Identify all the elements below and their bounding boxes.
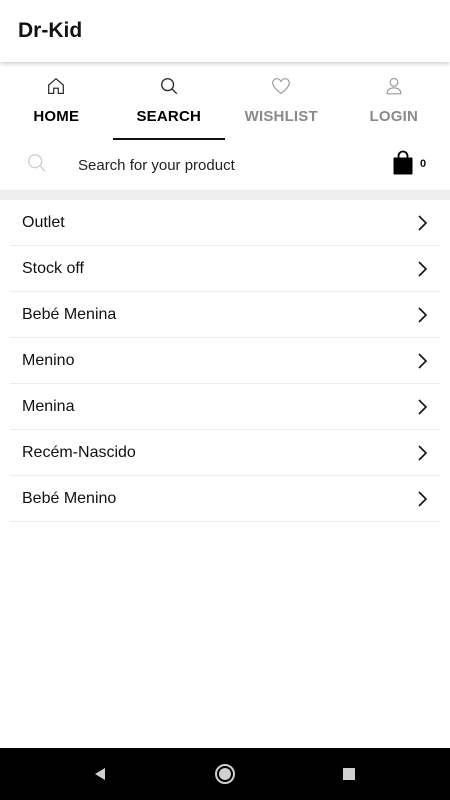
home-circle-icon <box>215 764 235 784</box>
chevron-right-icon <box>418 490 428 507</box>
tab-wishlist[interactable]: WISHLIST <box>225 62 338 140</box>
tab-home-label: HOME <box>33 108 80 125</box>
search-bar <box>0 140 450 190</box>
system-nav-bar <box>0 748 450 800</box>
category-label: Stock off <box>22 259 84 277</box>
category-label: Recém-Nascido <box>22 443 136 461</box>
back-triangle-icon <box>95 768 105 780</box>
category-list: Outlet Stock off Bebé Menina Menino Meni… <box>0 200 450 522</box>
tab-search-label: SEARCH <box>136 108 202 125</box>
category-item-bebe-menina[interactable]: Bebé Menina <box>10 292 440 338</box>
search-input[interactable] <box>78 150 368 180</box>
heart-icon <box>272 78 291 95</box>
category-label: Menino <box>22 351 75 369</box>
app-title: Dr-Kid <box>18 19 83 42</box>
recents-button[interactable] <box>337 762 361 786</box>
tab-login-label: LOGIN <box>369 108 418 125</box>
category-label: Menina <box>22 397 75 415</box>
back-button[interactable] <box>88 762 112 786</box>
search-icon <box>160 77 178 95</box>
shopping-bag-icon[interactable] <box>392 150 414 176</box>
user-icon <box>386 77 402 95</box>
category-item-recem-nascido[interactable]: Recém-Nascido <box>10 430 440 476</box>
tab-wishlist-label: WISHLIST <box>244 108 318 125</box>
search-field-icon <box>28 154 46 172</box>
chevron-right-icon <box>418 398 428 415</box>
chevron-right-icon <box>418 306 428 323</box>
chevron-right-icon <box>418 260 428 277</box>
home-icon <box>48 77 65 94</box>
category-item-menino[interactable]: Menino <box>10 338 440 384</box>
section-divider <box>0 190 450 200</box>
recents-square-icon <box>343 768 355 780</box>
app-bar: Dr-Kid <box>0 0 450 62</box>
category-item-menina[interactable]: Menina <box>10 384 440 430</box>
chevron-right-icon <box>418 352 428 369</box>
category-label: Outlet <box>22 213 65 231</box>
category-label: Bebé Menina <box>22 305 117 323</box>
category-item-outlet[interactable]: Outlet <box>10 200 440 246</box>
home-nav-button[interactable] <box>213 762 237 786</box>
tab-bar: HOME SEARCH WISHLIST LOGIN <box>0 62 450 140</box>
tab-login[interactable]: LOGIN <box>338 62 450 140</box>
chevron-right-icon <box>418 444 428 461</box>
category-item-stock-off[interactable]: Stock off <box>10 246 440 292</box>
cart-count-badge: 0 <box>420 158 427 170</box>
tab-home[interactable]: HOME <box>0 62 113 140</box>
category-label: Bebé Menino <box>22 489 117 507</box>
category-item-bebe-menino[interactable]: Bebé Menino <box>10 476 440 522</box>
tab-search[interactable]: SEARCH <box>112 62 226 140</box>
chevron-right-icon <box>418 214 428 231</box>
